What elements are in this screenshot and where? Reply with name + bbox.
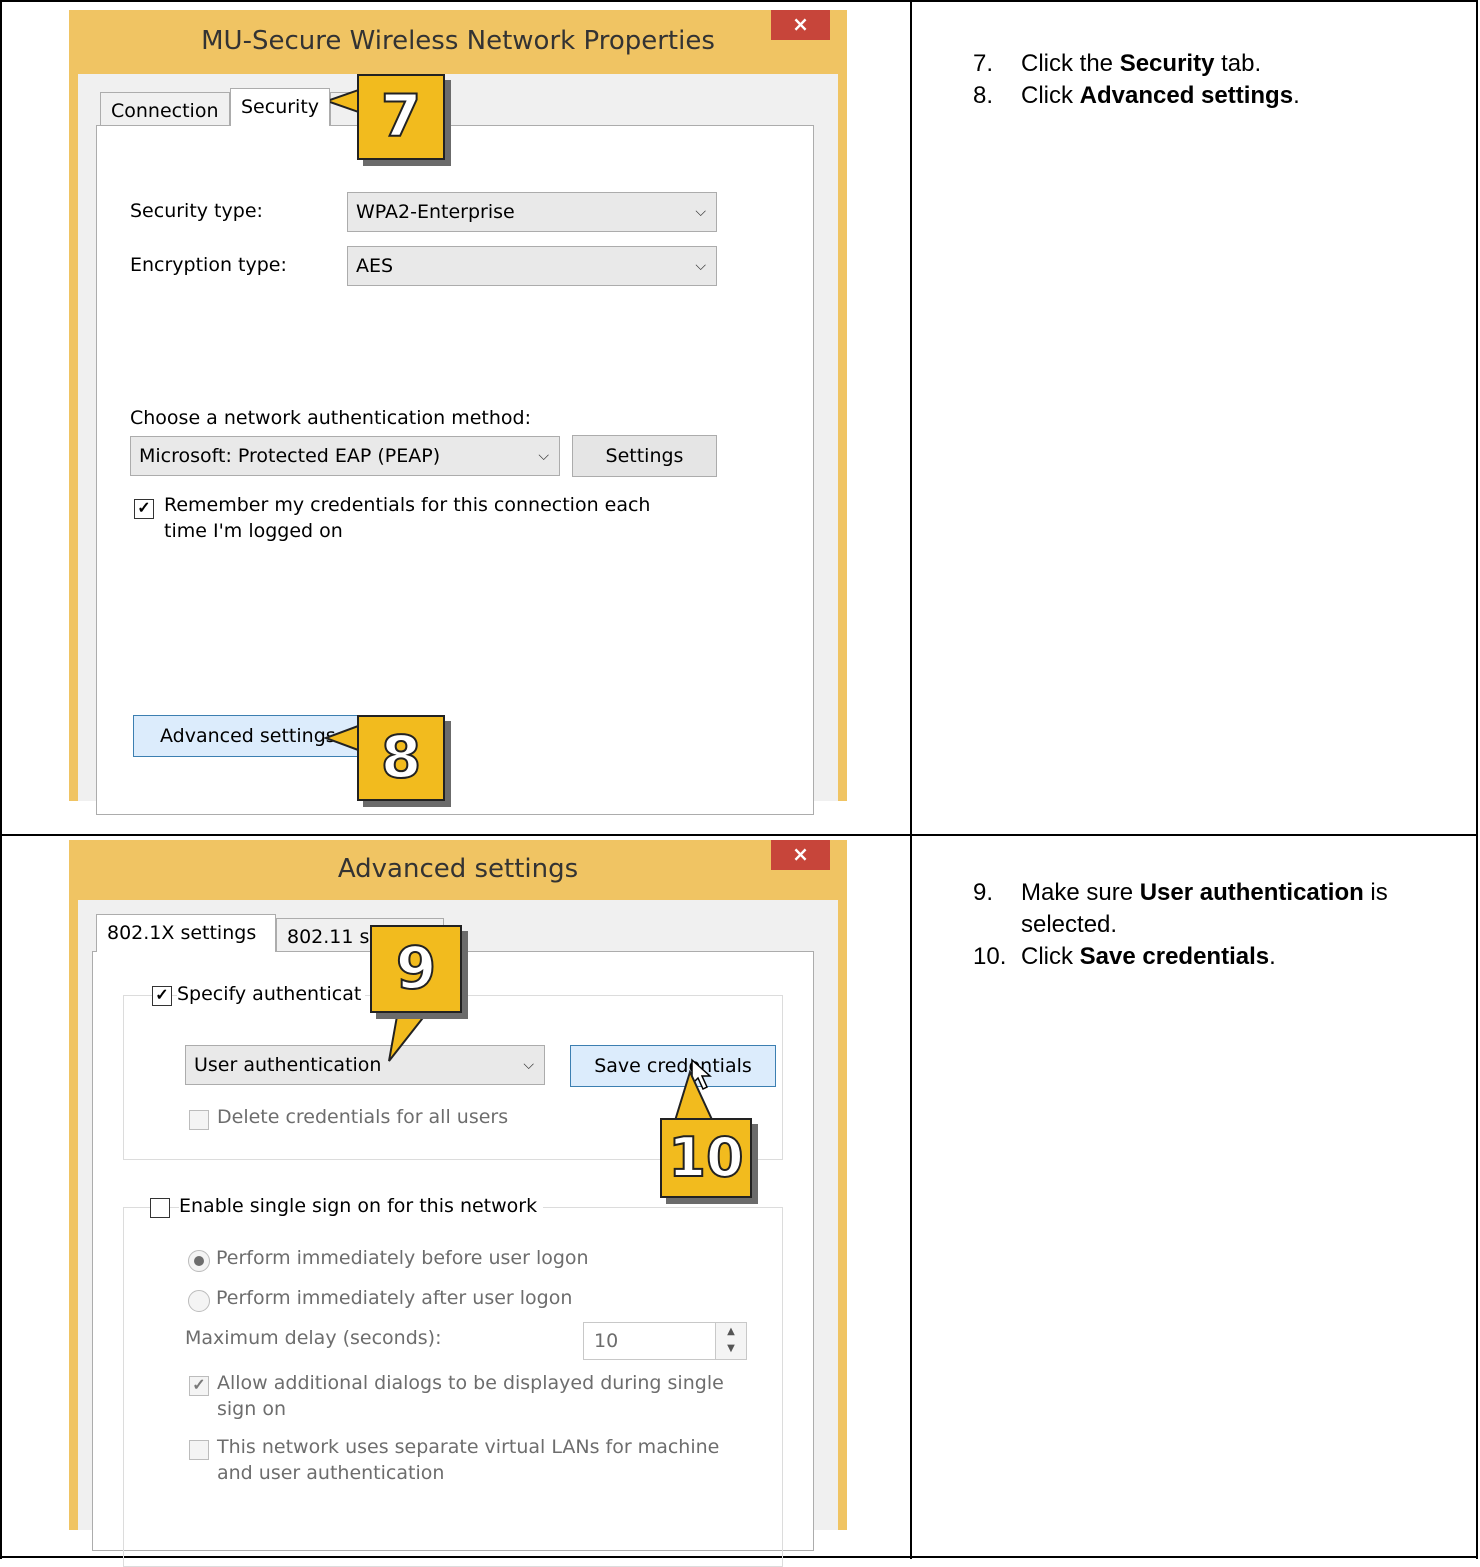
callout-10: 10 <box>660 1118 752 1198</box>
network-properties-dialog: MU-Secure Wireless Network Properties × … <box>69 10 847 815</box>
specify-auth-checkbox[interactable]: ✓ <box>152 986 172 1006</box>
step-number: 7. <box>973 50 994 77</box>
allow-dialogs-label-2: sign on <box>217 1398 286 1420</box>
encryption-type-select[interactable]: AES ⌵ <box>347 246 717 286</box>
security-type-value: WPA2-Enterprise <box>356 201 515 223</box>
allow-dialogs-label-1: Allow additional dialogs to be displayed… <box>217 1372 724 1394</box>
instruction-step: 10. Click Save credentials. <box>973 941 1443 973</box>
separate-vlan-checkbox[interactable] <box>189 1440 209 1460</box>
perform-before-radio[interactable] <box>188 1250 210 1272</box>
step-number: 9. <box>973 879 994 906</box>
remember-credentials-checkbox[interactable]: ✓ <box>134 499 154 519</box>
instructions-bottom: 9. Make sure User authentication is selec… <box>973 877 1443 973</box>
instructions-top: 7. Click the Security tab. 8. Click Advanc… <box>973 48 1443 112</box>
step-text: Make sure <box>1021 879 1140 906</box>
close-button[interactable]: × <box>771 840 830 870</box>
delete-credentials-checkbox[interactable] <box>189 1110 209 1130</box>
security-type-label: Security type: <box>130 200 263 222</box>
allow-dialogs-checkbox[interactable]: ✓ <box>189 1376 209 1396</box>
step-bold-text: User authentication <box>1139 879 1364 906</box>
step-bold-text: Advanced settings <box>1079 82 1294 109</box>
callout-8: 8 <box>357 715 445 801</box>
encryption-type-label: Encryption type: <box>130 254 287 276</box>
encryption-type-value: AES <box>356 255 394 277</box>
dialog-client-area: Connection Security Security type: WPA2-… <box>78 74 838 815</box>
separate-vlan-label-2: and user authentication <box>217 1462 445 1484</box>
perform-after-radio[interactable] <box>188 1290 210 1312</box>
table-border-left <box>0 0 2 1559</box>
delete-credentials-label: Delete credentials for all users <box>217 1106 509 1128</box>
table-border-top <box>0 0 1478 2</box>
step-number: 10. <box>973 943 1007 970</box>
step-text: Click the <box>1021 50 1120 77</box>
separate-vlan-label-1: This network uses separate virtual LANs … <box>217 1436 720 1458</box>
chevron-down-icon: ⌵ <box>695 204 706 220</box>
step-number: 8. <box>973 82 994 109</box>
remember-credentials-label-1: Remember my credentials for this connect… <box>164 494 651 516</box>
dialog-title: MU-Secure Wireless Network Properties <box>201 26 715 56</box>
chevron-down-icon: ⌵ <box>523 1057 534 1073</box>
step-text: tab. <box>1214 50 1262 77</box>
spinner-arrows-icon[interactable]: ▲ ▼ <box>715 1323 746 1359</box>
instruction-step: 8. Click Advanced settings. <box>973 80 1443 112</box>
close-button[interactable]: × <box>771 10 830 40</box>
callout-9: 9 <box>370 925 462 1013</box>
sso-checkbox[interactable] <box>150 1198 170 1218</box>
chevron-down-icon: ⌵ <box>538 448 549 464</box>
security-type-select[interactable]: WPA2-Enterprise ⌵ <box>347 192 717 232</box>
perform-before-label: Perform immediately before user logon <box>216 1247 589 1269</box>
auth-method-value: Microsoft: Protected EAP (PEAP) <box>139 445 441 467</box>
step-bold-text: Security <box>1119 50 1215 77</box>
radio-selected-dot <box>194 1256 204 1266</box>
callout-7: 7 <box>357 74 445 160</box>
remember-credentials-label-2: time I'm logged on <box>164 520 343 542</box>
step-text: Click <box>1021 82 1080 109</box>
step-text: Click <box>1021 943 1080 970</box>
auth-method-select[interactable]: Microsoft: Protected EAP (PEAP) ⌵ <box>130 436 560 476</box>
table-border-middle <box>910 0 912 1559</box>
callout-9-pointer <box>388 1005 435 1062</box>
max-delay-value: 10 <box>594 1330 619 1352</box>
802-1x-tab-panel: ✓ Specify authenticat User authenticatio… <box>92 951 814 1567</box>
auth-mode-select[interactable]: User authentication ⌵ <box>185 1045 545 1085</box>
tab-connection[interactable]: Connection <box>100 92 230 126</box>
step-bold-text: Save credentials <box>1079 943 1270 970</box>
table-border-right <box>1476 0 1478 1559</box>
max-delay-spinner[interactable]: 10 ▲ ▼ <box>583 1322 747 1360</box>
sso-label: Enable single sign on for this network <box>179 1195 544 1217</box>
tab-802-1x-settings[interactable]: 802.1X settings <box>96 914 276 952</box>
max-delay-label: Maximum delay (seconds): <box>185 1327 442 1349</box>
security-tab-panel: Security type: WPA2-Enterprise ⌵ Encrypt… <box>96 125 814 815</box>
settings-button[interactable]: Settings <box>572 435 717 477</box>
table-border-row <box>0 834 1478 836</box>
chevron-down-icon: ⌵ <box>695 258 706 274</box>
step-text: . <box>1293 82 1300 109</box>
specify-auth-label: Specify authenticat <box>177 983 366 1005</box>
step-text: . <box>1269 943 1276 970</box>
instruction-step: 7. Click the Security tab. <box>973 48 1443 80</box>
auth-method-label: Choose a network authentication method: <box>130 407 532 429</box>
perform-after-label: Perform immediately after user logon <box>216 1287 573 1309</box>
dialog-title: Advanced settings <box>337 854 579 884</box>
instruction-step: 9. Make sure User authentication is selec… <box>973 877 1443 941</box>
tab-security[interactable]: Security <box>230 88 330 126</box>
auth-mode-value: User authentication <box>194 1054 382 1076</box>
advanced-settings-label: Advanced settings <box>160 725 336 747</box>
